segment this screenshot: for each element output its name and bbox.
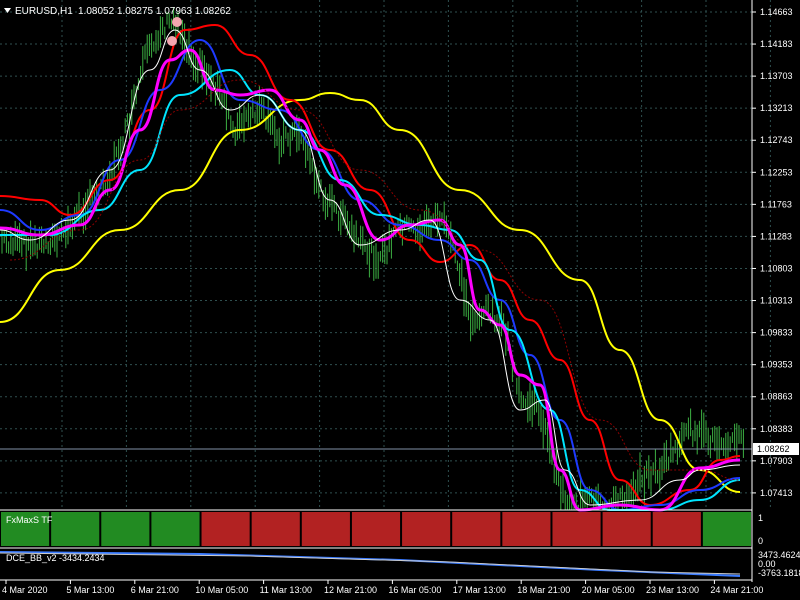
price-tick-label: 1.14183 [760, 39, 793, 49]
time-tick-label: 4 Mar 2020 [2, 585, 48, 595]
price-tick-label: 1.12743 [760, 135, 793, 145]
time-tick-label: 12 Mar 21:00 [324, 585, 377, 595]
fxmaxs-segment [51, 512, 100, 546]
price-tick-label: 1.14663 [760, 7, 793, 17]
price-tick-label: 1.07903 [760, 456, 793, 466]
time-tick-label: 24 Mar 21:00 [710, 585, 763, 595]
price-tick-label: 1.08863 [760, 392, 793, 402]
price-tick-label: 1.08383 [760, 424, 793, 434]
price-tick-label: 1.11283 [760, 231, 792, 241]
fxmaxs-segment [402, 512, 451, 546]
ma-line [0, 68, 741, 511]
ma-line [0, 48, 741, 512]
fxmaxs-segment [702, 512, 751, 546]
fxmaxs-segment [351, 512, 401, 546]
price-tick-label: 1.09353 [760, 360, 793, 370]
price-scale: 1.14663 1.14183 1.13703 1.13213 1.12743 1.122… [752, 7, 793, 498]
current-price-label: 1.08262 [757, 444, 790, 454]
price-tick-label: 1.11763 [760, 199, 792, 209]
fxmaxs-segment [251, 512, 300, 546]
signal-dot [172, 17, 182, 27]
fxmaxs-segment [502, 512, 551, 546]
ma-line [0, 38, 741, 512]
price-tick-label: 1.13213 [760, 103, 793, 113]
dce-bb-scale-bottom: -3763.1818 [758, 568, 800, 578]
fxmaxs-scale-top: 1 [758, 513, 763, 523]
dce-bb-label: DCE_BB_v2 -3434.2434 [6, 553, 105, 563]
price-bars [1, 7, 744, 510]
ma-line [0, 91, 741, 493]
chart-symbol: EURUSD,H1 [15, 6, 73, 17]
price-tick-label: 1.10313 [760, 296, 793, 306]
fxmaxs-segment [101, 512, 150, 546]
time-scale: 4 Mar 2020 5 Mar 13:00 6 Mar 21:00 10 Mar 0… [2, 580, 763, 595]
fxmaxs-segment [452, 512, 501, 546]
time-tick-label: 16 Mar 05:00 [388, 585, 441, 595]
dce-bb-indicator-panel [0, 551, 741, 577]
fxmaxs-segment [201, 512, 250, 546]
time-tick-label: 23 Mar 13:00 [646, 585, 699, 595]
trading-chart[interactable]: EURUSD,H1 1.08052 1.08275 1.07963 1.0826… [0, 0, 800, 600]
time-tick-label: 6 Mar 21:00 [131, 585, 179, 595]
price-tick-label: 1.13703 [760, 71, 793, 81]
price-tick-label: 1.09833 [760, 328, 793, 338]
moving-averages [0, 23, 741, 512]
fxmaxs-segment [652, 512, 701, 546]
price-tick-label: 1.10803 [760, 263, 793, 273]
fxmaxs-segment [301, 512, 350, 546]
chart-ohlc: 1.08052 1.08275 1.07963 1.08262 [78, 6, 231, 17]
dce-bb-line [0, 551, 741, 577]
time-tick-label: 18 Mar 21:00 [517, 585, 570, 595]
time-tick-label: 20 Mar 05:00 [582, 585, 635, 595]
fxmaxs-segment [552, 512, 601, 546]
fxmaxs-scale-bottom: 0 [758, 536, 763, 546]
dce-bb-band [0, 552, 741, 575]
time-tick-label: 11 Mar 13:00 [260, 585, 312, 595]
ma-line [0, 29, 741, 506]
time-tick-label: 10 Mar 05:00 [195, 585, 248, 595]
price-tick-label: 1.12253 [760, 167, 793, 177]
fxmaxs-segment [151, 512, 200, 546]
time-tick-label: 17 Mar 13:00 [453, 585, 506, 595]
price-tick-label: 1.07413 [760, 488, 793, 498]
fxmaxs-indicator-panel [1, 512, 751, 546]
fxmaxs-segment [602, 512, 651, 546]
ma-line [0, 23, 741, 507]
signal-dot [167, 36, 177, 46]
time-tick-label: 5 Mar 13:00 [66, 585, 114, 595]
fxmaxs-label: FxMaxS TF [6, 515, 53, 525]
